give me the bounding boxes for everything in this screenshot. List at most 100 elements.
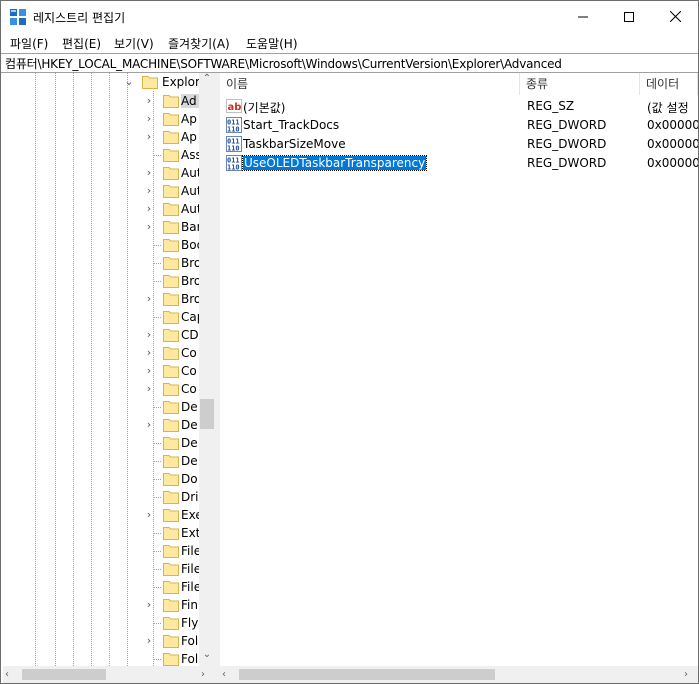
- tree-item-label: Co: [181, 364, 197, 378]
- tree-item[interactable]: › Aut: [3, 200, 199, 218]
- folder-icon: [163, 293, 179, 306]
- tree-item[interactable]: Bro: [3, 254, 199, 272]
- title-bar[interactable]: 레지스트리 편집기: [1, 1, 698, 32]
- scroll-down-arrow-icon[interactable]: ⌄: [199, 649, 215, 666]
- chevron-right-icon[interactable]: ›: [144, 185, 154, 196]
- minimize-button[interactable]: [560, 1, 606, 32]
- tree-branch-tick: [153, 479, 161, 480]
- tree-item-explorer[interactable]: ⌄ Explorer: [3, 73, 199, 91]
- tree-scroll-thumb[interactable]: [200, 399, 214, 429]
- tree-item[interactable]: De: [3, 452, 199, 470]
- chevron-right-icon[interactable]: ›: [144, 329, 154, 340]
- close-button[interactable]: [652, 1, 698, 32]
- tree-item[interactable]: › Bar: [3, 218, 199, 236]
- tree-item[interactable]: › Fol: [3, 632, 199, 650]
- values-list-pane[interactable]: 이름 종류 데이터 ab (기본값) REG_SZ (값 설정 011 110 Start_…: [220, 73, 698, 683]
- registry-editor-window: 레지스트리 편집기 파일(F) 편집(E) 보기(V) 즐겨찾기(A) 도움말(…: [0, 0, 699, 684]
- chevron-right-icon[interactable]: ›: [144, 203, 154, 214]
- tree-branch-tick: [153, 551, 161, 552]
- chevron-right-icon[interactable]: ›: [144, 365, 154, 376]
- tree-item[interactable]: Bro: [3, 272, 199, 290]
- folder-icon: [163, 329, 179, 342]
- maximize-button[interactable]: [606, 1, 652, 32]
- address-path[interactable]: 컴퓨터\HKEY_LOCAL_MACHINE\SOFTWARE\Microsof…: [5, 55, 562, 72]
- tree-item[interactable]: Ext: [3, 524, 199, 542]
- tree-item[interactable]: File: [3, 578, 199, 596]
- tree-branch-tick: [153, 623, 161, 624]
- tree-item[interactable]: › Ap: [3, 128, 199, 146]
- tree-item-label: Co: [181, 346, 197, 360]
- tree-item[interactable]: Cap: [3, 308, 199, 326]
- tree-item[interactable]: File: [3, 560, 199, 578]
- value-type: REG_DWORD: [527, 156, 607, 170]
- value-row[interactable]: 011110TaskbarSizeMove REG_DWORD 0x000000: [220, 135, 698, 154]
- folder-icon: [163, 95, 179, 108]
- key-tree-pane[interactable]: ⌄ Explorer › Ad › Ap › Ap Ass › Aut › Aut › Aut › Bar B…: [3, 73, 215, 683]
- chevron-right-icon[interactable]: ›: [144, 347, 154, 358]
- scroll-right-arrow-icon[interactable]: ›: [684, 666, 696, 683]
- chevron-right-icon[interactable]: ›: [144, 599, 154, 610]
- scroll-left-arrow-icon[interactable]: ‹: [5, 666, 17, 683]
- tree-hscroll-thumb[interactable]: [22, 669, 106, 680]
- tree-item[interactable]: › Co: [3, 344, 199, 362]
- tree-horizontal-scrollbar[interactable]: ‹ ›: [3, 666, 215, 683]
- tree-item[interactable]: › Aut: [3, 182, 199, 200]
- value-type: REG_DWORD: [527, 118, 607, 132]
- column-header-name[interactable]: 이름: [220, 73, 520, 95]
- tree-item[interactable]: › Aut: [3, 164, 199, 182]
- tree-item[interactable]: De: [3, 434, 199, 452]
- column-header-type[interactable]: 종류: [520, 73, 640, 95]
- tree-item[interactable]: › De: [3, 416, 199, 434]
- chevron-right-icon[interactable]: ›: [144, 509, 154, 520]
- chevron-right-icon[interactable]: ›: [144, 293, 154, 304]
- scroll-up-arrow-icon[interactable]: ⌃: [199, 73, 215, 90]
- tree-item[interactable]: › Co: [3, 380, 199, 398]
- tree-item[interactable]: › Exe: [3, 506, 199, 524]
- tree-item-label: CD: [181, 328, 199, 342]
- scroll-right-arrow-icon[interactable]: ›: [201, 666, 213, 683]
- tree-item[interactable]: Do: [3, 470, 199, 488]
- tree-item[interactable]: De: [3, 398, 199, 416]
- tree-item[interactable]: › Bro: [3, 290, 199, 308]
- scroll-left-arrow-icon[interactable]: ‹: [222, 666, 234, 683]
- tree-item[interactable]: › Ad: [3, 92, 199, 110]
- values-hscroll-thumb[interactable]: [239, 669, 495, 680]
- chevron-right-icon[interactable]: ›: [144, 131, 154, 142]
- chevron-right-icon[interactable]: ›: [144, 419, 154, 430]
- column-header-data[interactable]: 데이터: [640, 73, 698, 95]
- value-row[interactable]: ab (기본값) REG_SZ (값 설정: [220, 97, 698, 116]
- tree-branch-tick: [153, 533, 161, 534]
- chevron-right-icon[interactable]: ›: [144, 113, 154, 124]
- tree-item[interactable]: › Co: [3, 362, 199, 380]
- chevron-right-icon[interactable]: ›: [144, 221, 154, 232]
- values-horizontal-scrollbar[interactable]: ‹ ›: [220, 666, 698, 683]
- menu-view[interactable]: 보기(V): [114, 35, 154, 52]
- chevron-down-icon[interactable]: ⌄: [124, 76, 134, 87]
- tree-item[interactable]: › Fin: [3, 596, 199, 614]
- value-row[interactable]: 011 110 UseOLEDTaskbarTransparency REG_DWOR…: [220, 154, 698, 173]
- maximize-icon: [624, 11, 634, 22]
- chevron-right-icon[interactable]: ›: [144, 383, 154, 394]
- address-bar[interactable]: 컴퓨터\HKEY_LOCAL_MACHINE\SOFTWARE\Microsof…: [1, 53, 698, 73]
- tree-item[interactable]: › Ap: [3, 110, 199, 128]
- chevron-right-icon[interactable]: ›: [144, 635, 154, 646]
- menu-edit[interactable]: 편집(E): [62, 35, 101, 52]
- tree-item[interactable]: Ass: [3, 146, 199, 164]
- value-data: (값 설정: [647, 101, 689, 115]
- tree-item[interactable]: Dri: [3, 488, 199, 506]
- tree-item[interactable]: File: [3, 542, 199, 560]
- tree-item-label: Bro: [181, 256, 199, 270]
- menu-favorites[interactable]: 즐겨찾기(A): [168, 35, 230, 52]
- tree-item[interactable]: Boo: [3, 236, 199, 254]
- value-row[interactable]: 011110Start_TrackDocs REG_DWORD 0x000000: [220, 116, 698, 135]
- menu-help[interactable]: 도움말(H): [246, 35, 298, 52]
- tree-item[interactable]: Fly: [3, 614, 199, 632]
- tree-item-label: Co: [181, 382, 197, 396]
- chevron-right-icon[interactable]: ›: [144, 95, 154, 106]
- tree-vertical-scrollbar[interactable]: ⌃ ⌄: [199, 73, 215, 666]
- menu-file[interactable]: 파일(F): [10, 35, 48, 52]
- tree-item[interactable]: › CD: [3, 326, 199, 344]
- chevron-right-icon[interactable]: ›: [144, 167, 154, 178]
- value-name: UseOLEDTaskbarTransparency: [241, 155, 428, 171]
- folder-icon: [163, 401, 179, 414]
